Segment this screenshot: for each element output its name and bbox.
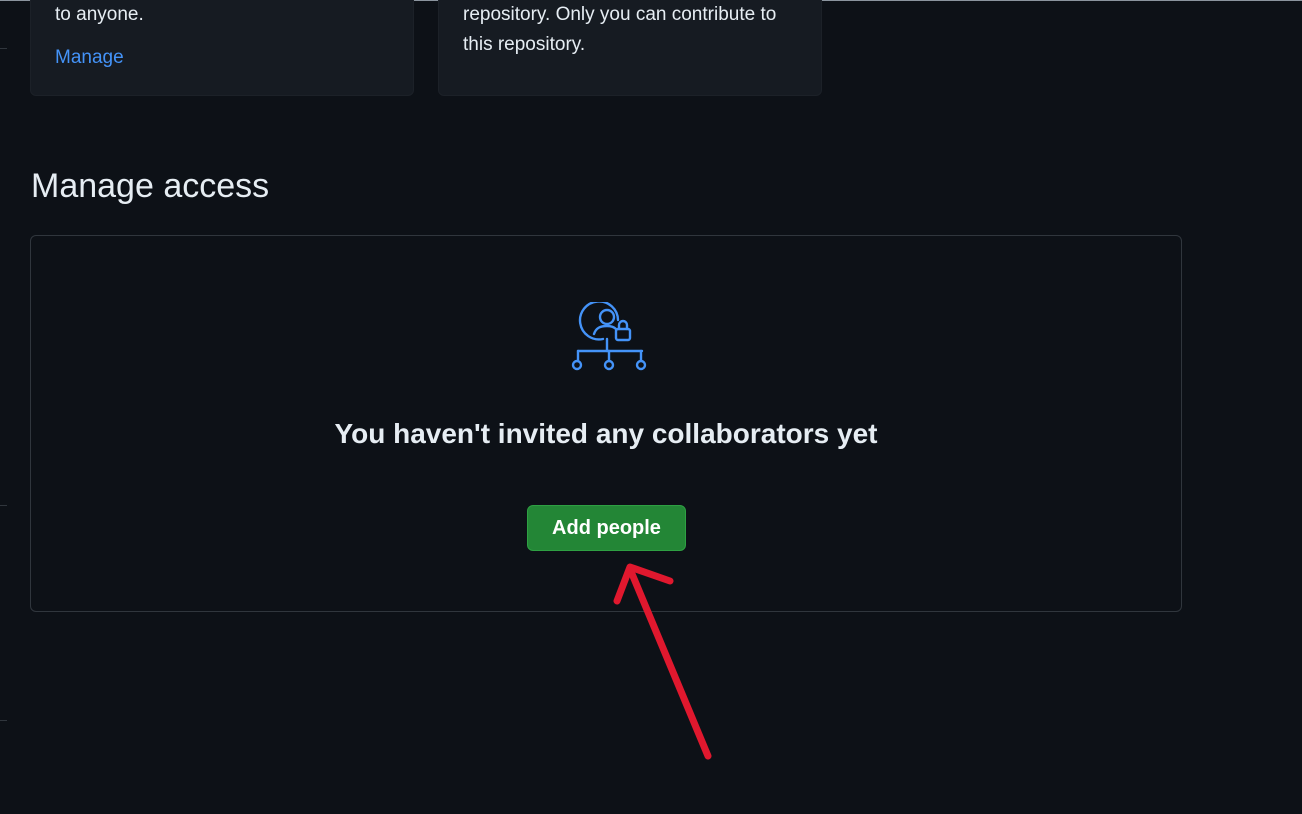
add-people-button[interactable]: Add people xyxy=(527,505,686,551)
annotation-arrow xyxy=(613,563,712,760)
visibility-card-text: to anyone. xyxy=(55,4,144,25)
manage-access-title: Manage access xyxy=(31,167,270,205)
person-lock-network-icon xyxy=(571,302,647,371)
side-divider-tick xyxy=(0,505,7,506)
side-divider-tick xyxy=(0,720,7,721)
direct-access-card-text: repository. Only you can contribute to t… xyxy=(463,4,777,55)
empty-state-heading: You haven't invited any collaborators ye… xyxy=(334,418,878,449)
manage-link[interactable]: Manage xyxy=(55,47,124,69)
page: to anyone. Manage repository. Only you c… xyxy=(0,0,1302,814)
visibility-card: to anyone. Manage xyxy=(30,0,414,96)
side-divider-tick xyxy=(0,48,7,49)
direct-access-card: repository. Only you can contribute to t… xyxy=(438,0,822,96)
